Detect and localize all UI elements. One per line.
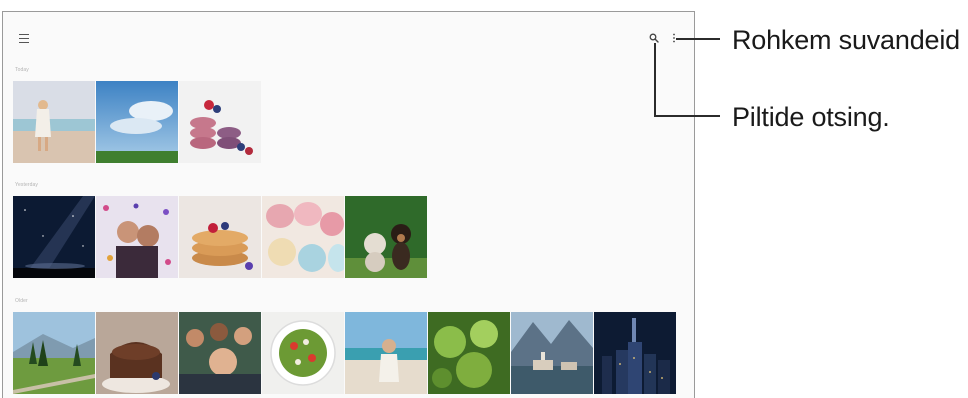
photo-thumbnail[interactable]: [96, 81, 178, 163]
photo-thumbnail[interactable]: [96, 196, 178, 278]
hamburger-icon[interactable]: [19, 34, 29, 43]
section-label-today: Today: [15, 67, 29, 73]
callout-search-images: Piltide otsing.: [732, 102, 890, 132]
photo-thumbnail[interactable]: [179, 312, 261, 394]
photo-thumbnail[interactable]: [13, 312, 95, 394]
gallery-screen: Today Yesterday Older: [2, 11, 695, 398]
photo-thumbnail[interactable]: [262, 312, 344, 394]
callout-line-more: [676, 38, 720, 40]
photo-thumbnail[interactable]: [345, 312, 427, 394]
section-label-older: Older: [15, 298, 28, 304]
photo-thumbnail[interactable]: [262, 196, 344, 278]
section-label-yesterday: Yesterday: [15, 182, 38, 188]
photo-thumbnail[interactable]: [13, 196, 95, 278]
photo-row-older: [13, 312, 676, 394]
callout-line-search-horizontal: [654, 115, 720, 117]
photo-thumbnail[interactable]: [511, 312, 593, 394]
photo-thumbnail[interactable]: [13, 81, 95, 163]
callout-line-search-vertical: [654, 43, 656, 117]
photo-row-today: [13, 81, 261, 163]
photo-thumbnail[interactable]: [179, 196, 261, 278]
photo-thumbnail[interactable]: [594, 312, 676, 394]
photo-row-yesterday: [13, 196, 427, 278]
callout-more-options: Rohkem suvandeid: [732, 25, 960, 55]
photo-thumbnail[interactable]: [96, 312, 178, 394]
photo-thumbnail[interactable]: [179, 81, 261, 163]
photo-thumbnail[interactable]: [428, 312, 510, 394]
photo-thumbnail[interactable]: [345, 196, 427, 278]
search-icon[interactable]: [649, 33, 659, 43]
